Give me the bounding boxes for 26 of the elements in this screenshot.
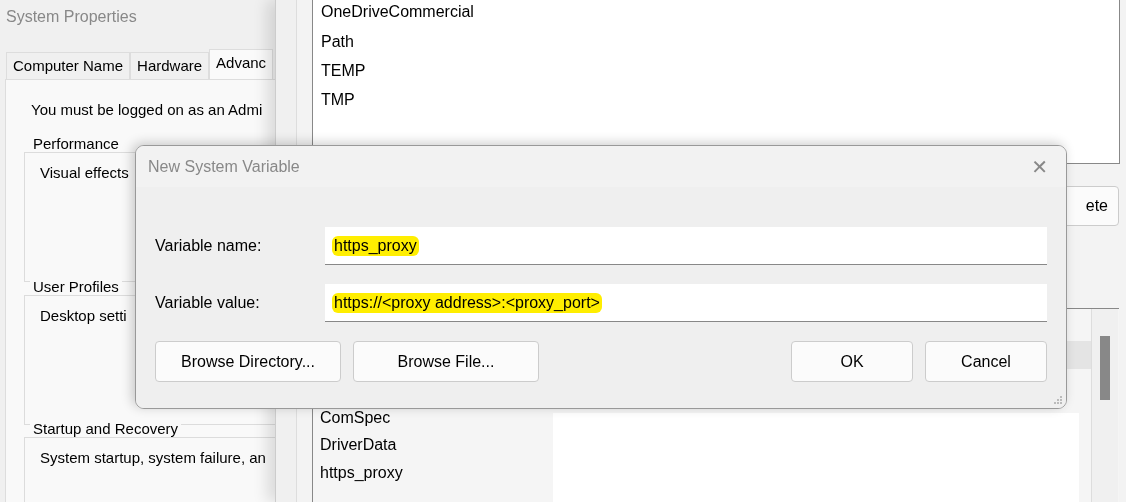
list-item[interactable]: Path bbox=[313, 27, 1119, 56]
group-text: Desktop setti bbox=[40, 307, 127, 324]
list-item[interactable]: TEMP bbox=[313, 56, 1119, 85]
list-item[interactable]: https_proxy bbox=[320, 464, 403, 482]
list-item[interactable]: TMP bbox=[313, 85, 1119, 114]
tab[interactable]: Advanc bbox=[209, 49, 274, 79]
group-text: Visual effects bbox=[40, 164, 129, 181]
browse-button[interactable]: Browse File... bbox=[353, 341, 539, 382]
field-label: Variable value: bbox=[155, 294, 261, 312]
group-title: Startup and Recovery bbox=[30, 420, 182, 437]
group-text: System startup, system failure, an bbox=[40, 449, 266, 466]
browse-button[interactable]: Browse Directory... bbox=[155, 341, 341, 382]
input-field[interactable]: https://<proxy address>:<proxy_port> bbox=[325, 284, 1047, 322]
list-item[interactable]: OneDriveCommercial bbox=[313, 0, 1119, 27]
input-field[interactable]: https_proxy bbox=[325, 227, 1047, 265]
list-item[interactable]: DriverData bbox=[320, 436, 397, 454]
dialog-button[interactable]: Cancel bbox=[925, 341, 1047, 382]
group-title: User Profiles bbox=[30, 278, 122, 295]
notice-text: You must be logged on as an Admi bbox=[31, 101, 263, 118]
dialog-button[interactable]: OK bbox=[791, 341, 913, 382]
tab[interactable]: Computer Name bbox=[6, 52, 131, 79]
window-title: System Properties bbox=[6, 8, 137, 26]
field-label: Variable name: bbox=[155, 237, 263, 255]
tab[interactable]: Hardware bbox=[130, 52, 210, 79]
dialog-title: New System Variable bbox=[148, 157, 300, 176]
list-item[interactable]: ComSpec bbox=[320, 409, 391, 427]
